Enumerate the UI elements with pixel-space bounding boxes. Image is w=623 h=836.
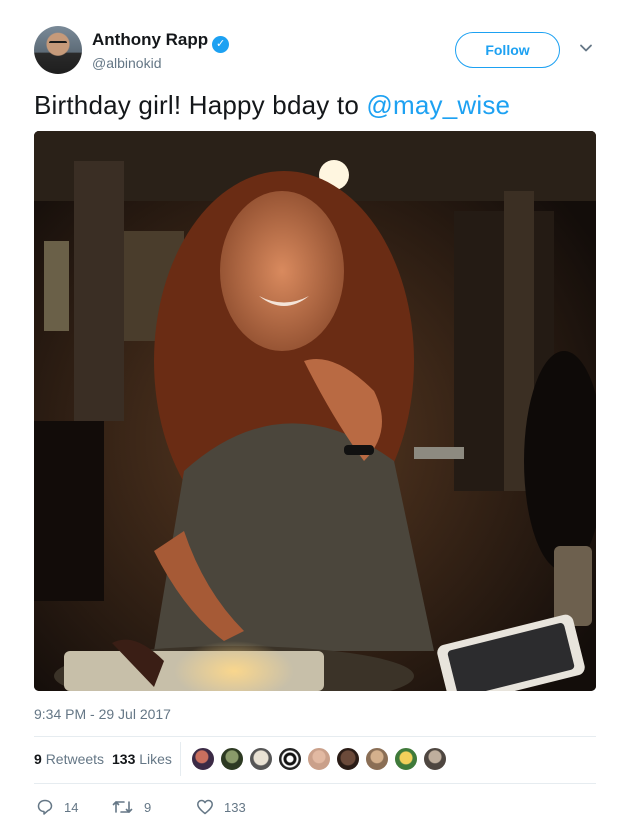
retweets-label: Retweets (45, 751, 105, 767)
mention-link[interactable]: @may_wise (366, 90, 510, 120)
tweet-timestamp[interactable]: 9:34 PM - 29 Jul 2017 (34, 706, 171, 722)
author-avatar[interactable] (34, 26, 82, 74)
tweet-text: Birthday girl! Happy bday to @may_wise (34, 90, 510, 121)
retweet-action[interactable]: 9 (112, 796, 151, 818)
heart-icon (197, 799, 213, 815)
like-action[interactable]: 133 (196, 796, 246, 818)
stats-separator (180, 742, 181, 776)
author-handle[interactable]: @albinokid (92, 55, 161, 71)
retweet-icon (112, 801, 133, 813)
likes-label: Likes (139, 751, 172, 767)
liker-avatar[interactable] (335, 746, 361, 772)
chevron-down-icon[interactable] (578, 40, 594, 56)
liker-avatar[interactable] (277, 746, 303, 772)
retweets-count: 9 (34, 751, 42, 767)
likes-count: 133 (112, 751, 136, 767)
likes-stat[interactable]: 133 Likes (112, 748, 172, 770)
liker-avatar[interactable] (219, 746, 245, 772)
liker-avatar[interactable] (364, 746, 390, 772)
reply-count: 14 (64, 799, 79, 815)
divider (34, 736, 596, 737)
reply-icon (37, 799, 53, 815)
liker-avatar[interactable] (422, 746, 448, 772)
divider (34, 783, 596, 784)
author-name[interactable]: Anthony Rapp (92, 30, 208, 49)
reply-action[interactable]: 14 (36, 796, 78, 818)
retweets-stat[interactable]: 9 Retweets (34, 748, 104, 770)
tweet-body: Birthday girl! Happy bday to (34, 90, 367, 120)
tweet-photo[interactable] (34, 131, 596, 691)
liker-avatar[interactable] (248, 746, 274, 772)
tweet-header: Anthony Rapp ✓ @albinokid Follow (34, 26, 600, 76)
verified-badge-icon: ✓ (212, 36, 230, 53)
liker-avatar[interactable] (190, 746, 216, 772)
like-count: 133 (224, 799, 246, 815)
follow-button[interactable]: Follow (455, 32, 560, 68)
retweet-count: 9 (144, 799, 152, 815)
author-name-row[interactable]: Anthony Rapp ✓ (92, 30, 230, 53)
liker-avatar[interactable] (306, 746, 332, 772)
liker-avatar[interactable] (393, 746, 419, 772)
